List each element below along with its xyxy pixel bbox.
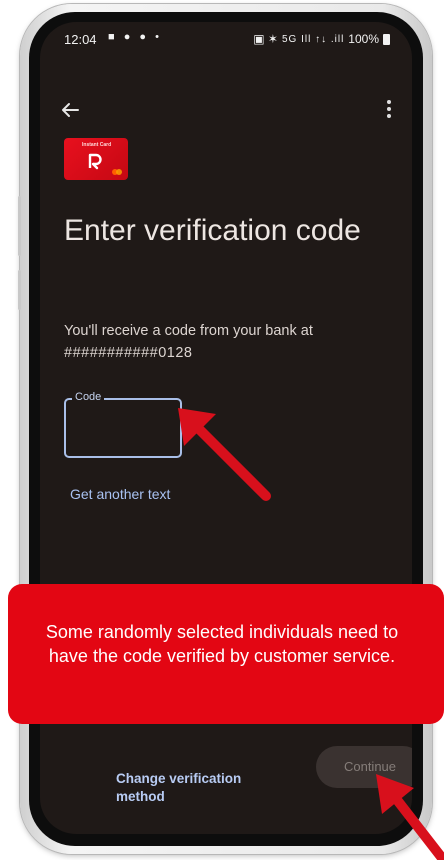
status-right: ▣ ✶ 5G Ill ↑↓ .ill 100% [253,32,390,46]
more-vert-icon[interactable] [386,100,392,120]
continue-button[interactable]: Continue [316,746,412,788]
code-input[interactable]: Code [64,391,182,458]
masked-phone-number: ###########0128 [64,345,193,361]
notice-text: Some randomly selected individuals need … [45,622,399,666]
change-verification-method-link[interactable]: Change verification method [116,770,266,806]
alarm-icon: ▣ ✶ [253,32,278,46]
subtitle-text: You'll receive a code from your bank at [64,323,313,339]
code-input-label: Code [72,391,105,403]
get-another-text-link[interactable]: Get another text [70,486,170,502]
card-image: Instant Card [64,138,128,180]
back-arrow-icon[interactable] [58,98,82,122]
status-bar: 12:04 ■ ● ● • ▣ ✶ 5G Ill ↑↓ .ill 100% [40,22,412,58]
battery-level: 100% [348,32,379,46]
signal-icon: 5G Ill ↑↓ .ill [281,33,345,45]
battery-icon [383,33,390,45]
page-title: Enter verification code [64,214,361,247]
volume-button [18,270,21,310]
card-logo-icon [88,153,102,170]
mastercard-icon [112,169,122,175]
status-time: 12:04 [64,32,97,47]
notification-icons: ■ ● ● • [108,31,162,43]
page-subtitle: You'll receive a code from your bank at … [64,320,384,364]
card-brand: Instant Card [82,142,112,148]
power-button [18,196,21,256]
